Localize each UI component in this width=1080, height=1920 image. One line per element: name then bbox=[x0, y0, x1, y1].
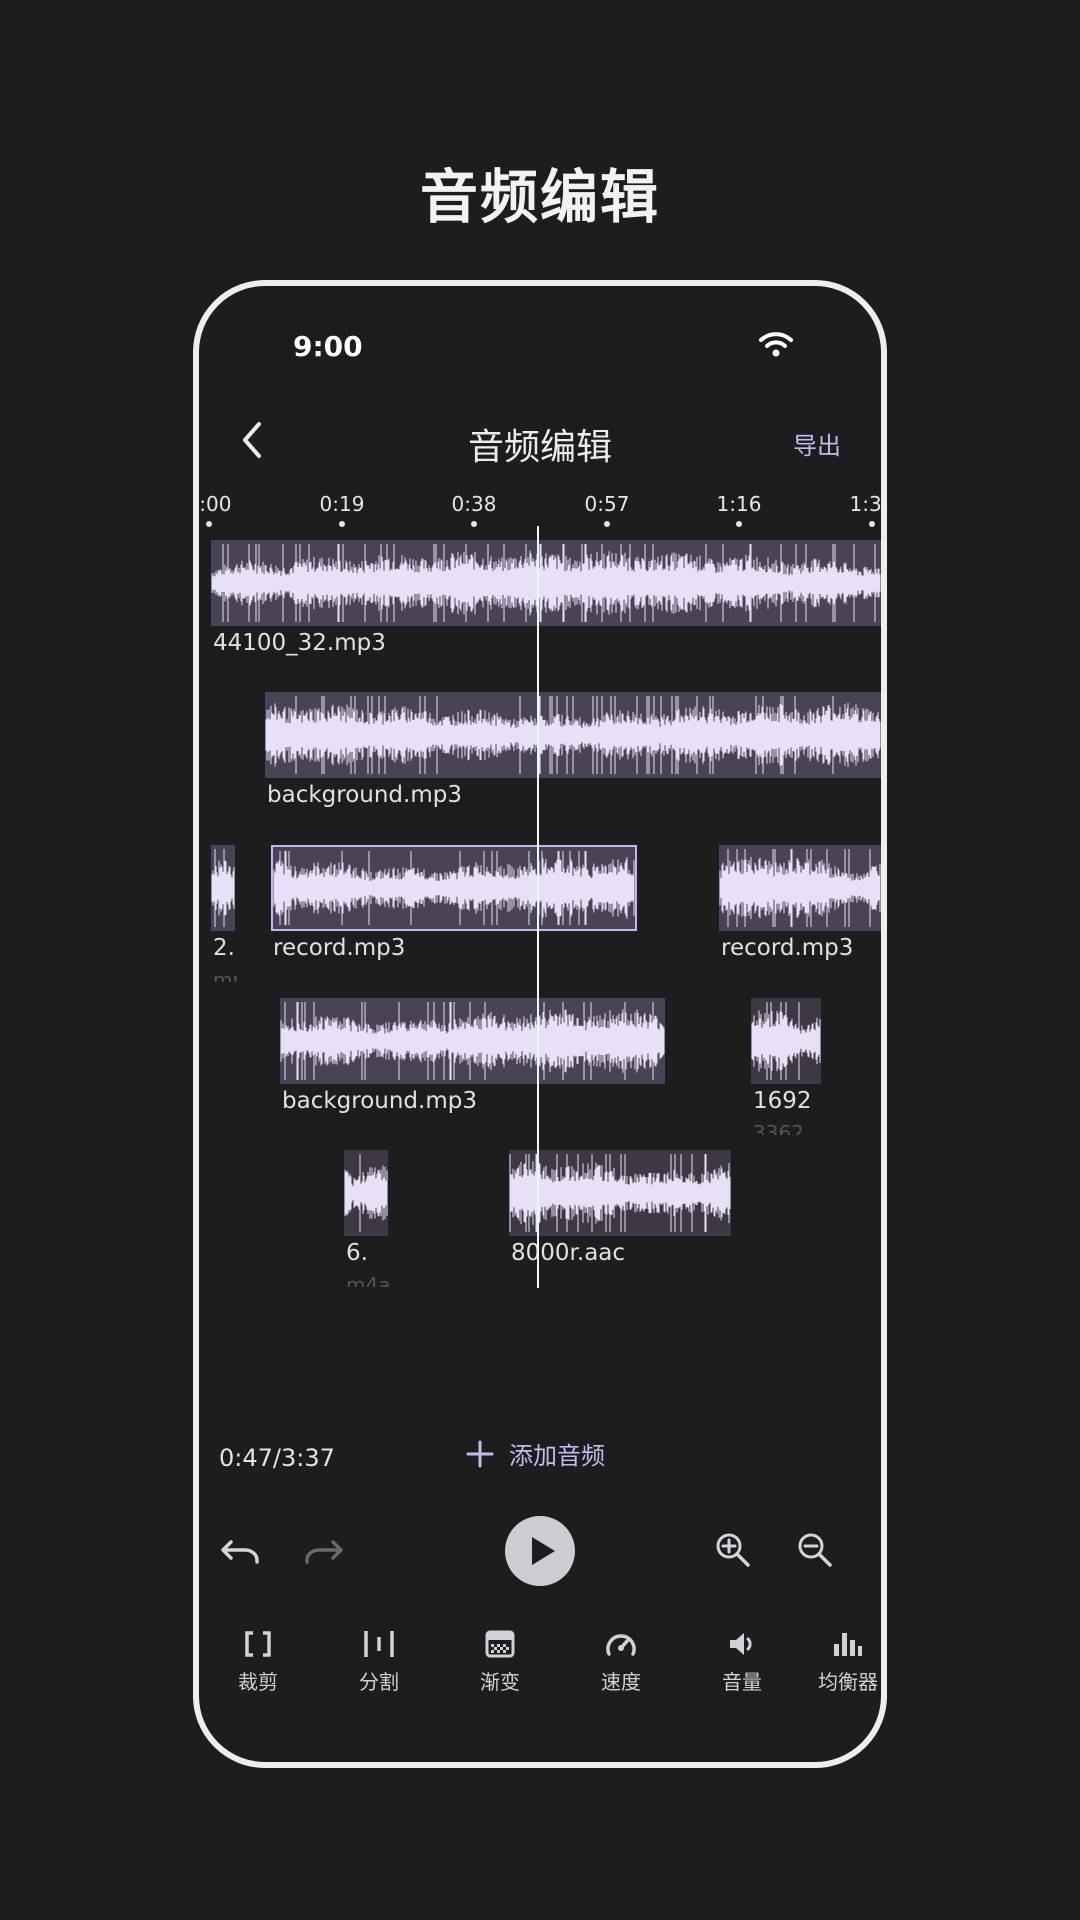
fade-icon bbox=[455, 1626, 545, 1662]
ruler-tick-label: 0:19 bbox=[319, 492, 365, 516]
split-icon bbox=[334, 1626, 424, 1662]
speed-icon bbox=[576, 1626, 666, 1662]
zoom-out-icon bbox=[798, 1533, 832, 1567]
clip-label: 1692 bbox=[753, 1088, 812, 1114]
ruler-tick bbox=[471, 521, 477, 527]
waveform bbox=[280, 1002, 665, 1080]
trim-icon bbox=[213, 1626, 303, 1662]
add-audio-button[interactable]: 添加音频 bbox=[465, 1436, 605, 1471]
ruler-tick-label: 0:57 bbox=[584, 492, 630, 516]
undo-icon bbox=[221, 1540, 259, 1564]
waveform bbox=[265, 696, 881, 774]
tool-label: 均衡器 bbox=[818, 1670, 878, 1694]
promo-title: 音频编辑 bbox=[419, 163, 660, 231]
redo-button[interactable] bbox=[303, 1534, 343, 1572]
plus-icon bbox=[466, 1440, 494, 1467]
clip-label: background.mp3 bbox=[282, 1088, 477, 1114]
zoom-in-button[interactable] bbox=[713, 1530, 753, 1574]
tool-fade[interactable]: 渐变 bbox=[455, 1626, 545, 1695]
wifi-icon bbox=[759, 330, 793, 362]
ruler-tick bbox=[736, 521, 742, 527]
tool-label: 分割 bbox=[359, 1670, 399, 1694]
ruler-tick-label: 1:35 bbox=[849, 492, 882, 516]
play-icon bbox=[532, 1537, 555, 1565]
waveform bbox=[719, 849, 881, 927]
waveform bbox=[344, 1154, 388, 1232]
playback-time: 0:47/3:37 bbox=[219, 1444, 335, 1472]
zoom-in-icon bbox=[716, 1533, 750, 1567]
tool-trim[interactable]: 裁剪 bbox=[213, 1626, 303, 1695]
audio-clip[interactable] bbox=[751, 998, 821, 1084]
page-title: 音频编辑 bbox=[467, 427, 612, 468]
clip-sublabel: 3362 bbox=[753, 1121, 804, 1135]
audio-clip[interactable] bbox=[344, 1150, 388, 1236]
ruler-tick-label: 1:16 bbox=[716, 492, 762, 516]
clip-sublabel: m4a bbox=[346, 1273, 390, 1287]
clip-label: 8000r.aac bbox=[511, 1240, 626, 1266]
ruler-tick-label: 0:00 bbox=[199, 492, 232, 516]
audio-clip[interactable] bbox=[211, 845, 235, 931]
undo-button[interactable] bbox=[221, 1534, 261, 1572]
tool-volume[interactable]: 音量 bbox=[697, 1626, 787, 1695]
tool-label: 速度 bbox=[601, 1670, 641, 1694]
volume-icon bbox=[697, 1626, 787, 1662]
tool-label: 裁剪 bbox=[238, 1670, 278, 1694]
clip-sublabel: mp3 bbox=[213, 968, 237, 982]
tool-label: 渐变 bbox=[480, 1670, 520, 1694]
ruler-tick bbox=[339, 521, 345, 527]
play-button[interactable] bbox=[505, 1516, 575, 1586]
tool-speed[interactable]: 速度 bbox=[576, 1626, 666, 1695]
waveform bbox=[211, 849, 235, 927]
tool-split[interactable]: 分割 bbox=[334, 1626, 424, 1695]
clip-label: record.mp3 bbox=[721, 935, 854, 961]
ruler-tick bbox=[604, 521, 610, 527]
redo-icon bbox=[305, 1540, 343, 1564]
zoom-out-button[interactable] bbox=[795, 1530, 835, 1574]
clip-label: 6. bbox=[346, 1240, 368, 1266]
clip-label: 2. bbox=[213, 935, 235, 961]
ruler-tick bbox=[206, 521, 212, 527]
status-time: 9:00 bbox=[293, 330, 363, 363]
equalizer-icon bbox=[818, 1626, 881, 1662]
playhead[interactable] bbox=[537, 526, 539, 1288]
ruler-tick bbox=[869, 521, 875, 527]
clip-label: background.mp3 bbox=[267, 782, 462, 808]
waveform bbox=[751, 1002, 821, 1080]
audio-clip[interactable] bbox=[280, 998, 665, 1084]
clip-label: record.mp3 bbox=[273, 935, 406, 961]
waveform bbox=[211, 544, 881, 622]
audio-clip[interactable] bbox=[265, 692, 881, 778]
waveform bbox=[509, 1154, 731, 1232]
ruler-tick-label: 0:38 bbox=[451, 492, 497, 516]
tool-equalizer[interactable]: 均衡器 bbox=[818, 1626, 881, 1695]
audio-clip[interactable] bbox=[211, 540, 881, 626]
timeline-ruler[interactable]: 0:00 0:19 0:38 0:57 1:16 1:35 bbox=[199, 486, 881, 527]
add-audio-label: 添加音频 bbox=[509, 1442, 605, 1470]
audio-clip[interactable] bbox=[509, 1150, 731, 1236]
phone-frame: 9:00 音频编辑 导出 0:00 0:19 0:38 0:57 1:16 1:… bbox=[193, 280, 887, 1768]
tool-label: 音量 bbox=[722, 1670, 762, 1694]
audio-clip-selected[interactable] bbox=[271, 845, 637, 931]
audio-clip[interactable] bbox=[719, 845, 881, 931]
clip-label: 44100_32.mp3 bbox=[213, 630, 386, 656]
waveform bbox=[273, 851, 635, 925]
export-button[interactable]: 导出 bbox=[793, 426, 841, 461]
